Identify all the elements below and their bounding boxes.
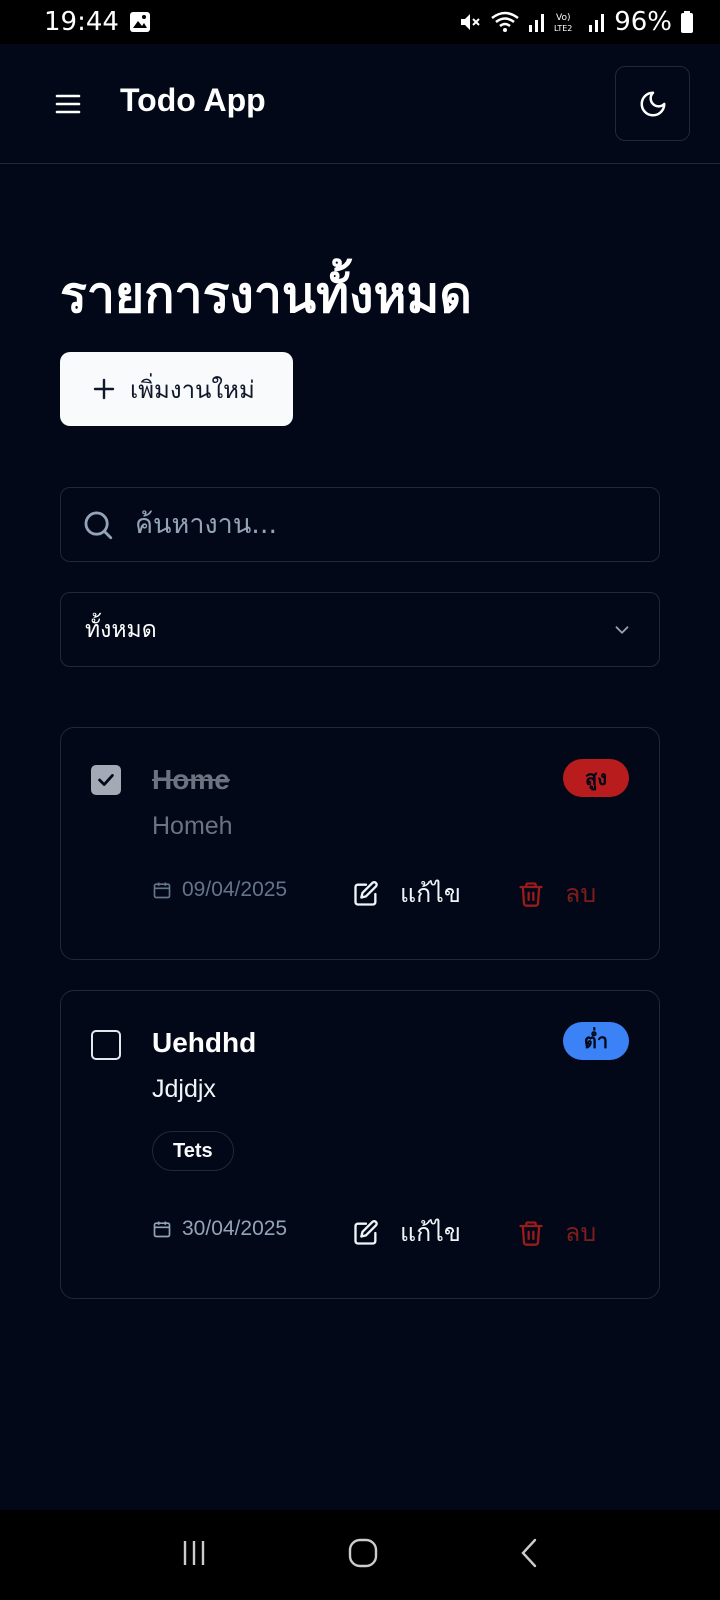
edit-button[interactable]: แก้ไข (352, 1213, 461, 1253)
signal-icon (529, 14, 545, 32)
calendar-icon (153, 1221, 171, 1238)
mute-icon (461, 14, 480, 30)
image-icon (129, 12, 150, 32)
edit-icon (354, 881, 378, 906)
delete-label: ลบ (565, 879, 597, 908)
system-nav-bar (0, 1510, 720, 1600)
filter-selected-value: ทั้งหมด (85, 616, 157, 643)
delete-button[interactable]: ลบ (517, 1213, 596, 1253)
task-description: Homeh (152, 812, 233, 840)
search-box (60, 487, 660, 562)
menu-icon (55, 94, 81, 114)
task-tag: Tets (152, 1131, 234, 1171)
priority-badge: สูง (563, 759, 629, 797)
task-checkbox[interactable] (91, 1030, 121, 1060)
task-title: Home (152, 764, 230, 795)
theme-toggle-button[interactable] (615, 66, 690, 141)
app-title: Todo App (120, 82, 266, 118)
clock: 19:44 (44, 7, 119, 37)
home-button[interactable] (347, 1537, 379, 1573)
back-icon (521, 1538, 537, 1568)
delete-label: ลบ (565, 1218, 597, 1247)
due-date: 09/04/2025 (152, 878, 287, 902)
check-icon (98, 774, 114, 786)
plus-icon (93, 378, 115, 400)
due-date-text: 09/04/2025 (182, 878, 288, 901)
trash-icon (519, 882, 543, 907)
task-card: Uehdhd Jdjdjx ต่ำ Tets 30/04/2025 แก้ไข … (60, 990, 660, 1299)
due-date: 30/04/2025 (152, 1217, 287, 1241)
edit-label: แก้ไข (400, 1218, 461, 1247)
search-icon (84, 511, 113, 539)
task-checkbox[interactable] (91, 765, 121, 795)
edit-label: แก้ไข (400, 879, 461, 908)
status-bar: 19:44 Vo) LTE2 96% (0, 0, 720, 44)
task-description: Jdjdjx (152, 1075, 216, 1103)
menu-button[interactable] (52, 88, 84, 120)
add-task-label: เพิ่มงานใหม่ (130, 375, 255, 404)
task-meta-row: 30/04/2025 แก้ไข ลบ (152, 1213, 639, 1249)
task-meta-row: 09/04/2025 แก้ไข ลบ (152, 874, 639, 910)
trash-icon (519, 1221, 543, 1246)
recent-apps-icon (183, 1541, 205, 1565)
edit-icon (354, 1220, 378, 1245)
battery-icon (681, 11, 693, 33)
task-card: Home Homeh สูง 09/04/2025 แก้ไข ลบ (60, 727, 660, 960)
filter-select[interactable]: ทั้งหมด (60, 592, 660, 667)
back-button[interactable] (517, 1537, 541, 1573)
battery-percent: 96% (614, 7, 672, 37)
search-input[interactable] (135, 509, 615, 540)
recent-apps-button[interactable] (179, 1538, 209, 1572)
page-title: รายการงานทั้งหมด (60, 266, 472, 324)
delete-button[interactable]: ลบ (517, 874, 596, 914)
add-task-button[interactable]: เพิ่มงานใหม่ (60, 352, 293, 426)
due-date-text: 30/04/2025 (182, 1217, 288, 1240)
signal-icon-2 (589, 14, 605, 32)
task-title: Uehdhd (152, 1027, 257, 1058)
home-icon (348, 1538, 378, 1568)
priority-badge: ต่ำ (563, 1022, 629, 1060)
edit-button[interactable]: แก้ไข (352, 874, 461, 914)
chevron-down-icon (615, 625, 629, 634)
app-header: Todo App (0, 44, 720, 164)
svg-text:LTE2: LTE2 (554, 24, 572, 33)
volte-icon: Vo)LTE2 (554, 13, 572, 33)
moon-icon (640, 91, 665, 116)
svg-text:Vo): Vo) (556, 13, 570, 23)
wifi-icon (491, 11, 519, 32)
calendar-icon (153, 882, 171, 899)
